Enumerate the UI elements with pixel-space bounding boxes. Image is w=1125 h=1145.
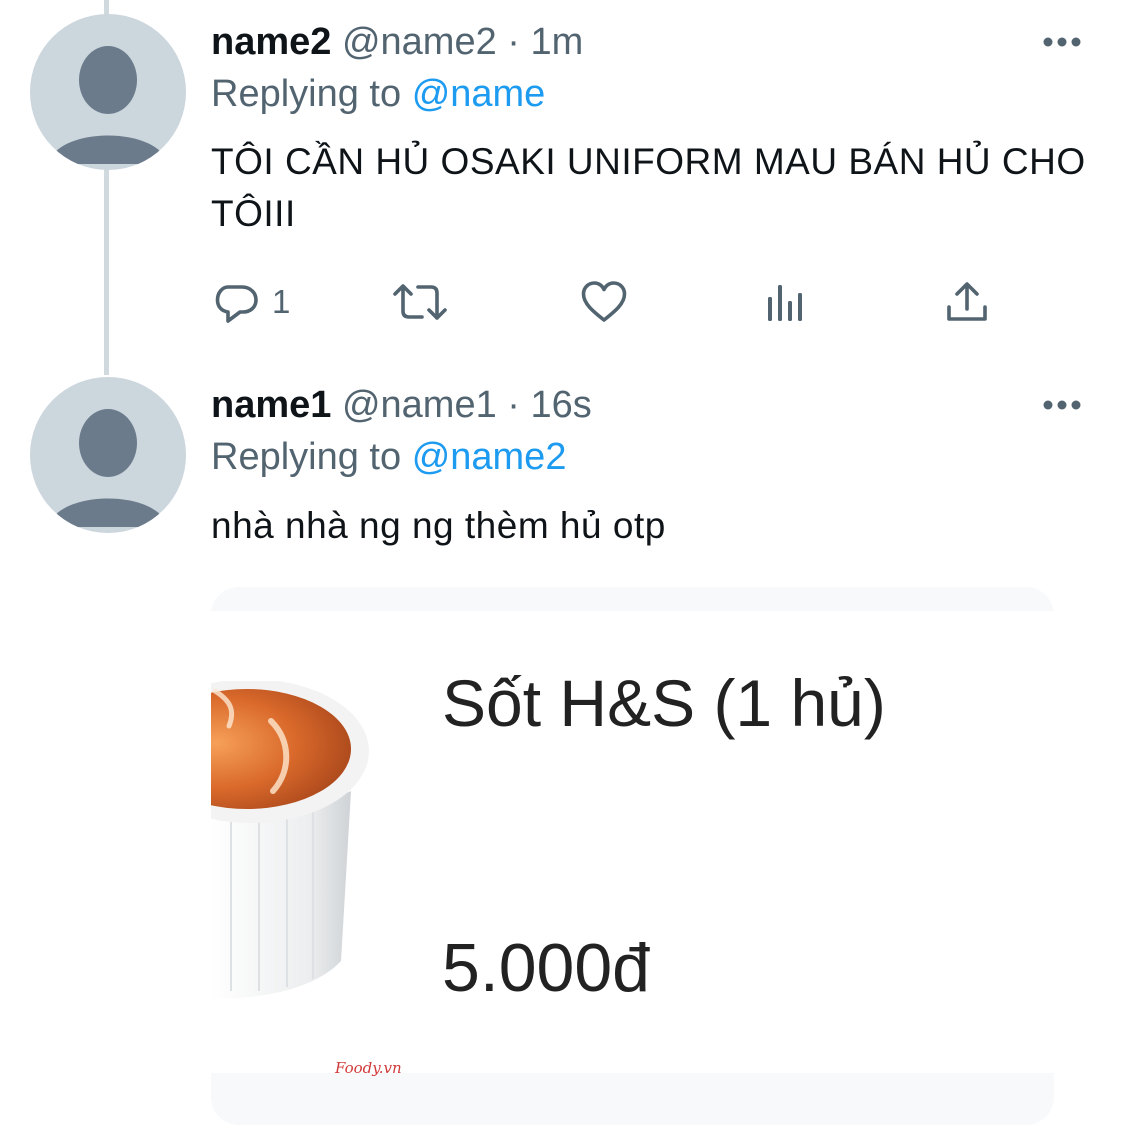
foody-watermark: Foody.vn [335, 1059, 402, 1077]
default-avatar-icon [48, 409, 168, 527]
more-options-icon[interactable] [1042, 399, 1082, 411]
product-title: Sốt H&S (1 hủ) [442, 666, 886, 740]
user-handle[interactable]: @name1 [342, 384, 497, 426]
heart-icon [581, 281, 627, 322]
reply-icon [215, 285, 258, 323]
separator-dot: · [507, 21, 520, 63]
more-options-icon[interactable] [1042, 36, 1082, 48]
tweet-header: name1 @name1 · 16s [211, 383, 592, 427]
display-name[interactable]: name1 [211, 384, 331, 426]
share-icon [947, 282, 987, 321]
avatar[interactable] [30, 377, 186, 533]
replying-to: Replying to @name [211, 72, 545, 116]
timestamp[interactable]: 16s [531, 384, 592, 426]
retweet-button[interactable] [392, 278, 448, 326]
replying-to: Replying to @name2 [211, 435, 566, 479]
timestamp[interactable]: 1m [531, 21, 584, 63]
product-price: 5.000đ [442, 930, 650, 1006]
replying-to-handle[interactable]: @name2 [412, 436, 567, 478]
retweet-icon [393, 284, 447, 320]
default-avatar-icon [48, 46, 168, 164]
analytics-button[interactable] [764, 278, 808, 326]
replying-to-label: Replying to [211, 436, 402, 478]
tweet-text: TÔI CẦN HỦ OSAKI UNIFORM MAU BÁN HỦ CHO … [211, 141, 1086, 234]
like-button[interactable] [580, 278, 628, 326]
media-image[interactable]: Sốt H&S (1 hủ) 5.000đ Foody.vn [211, 587, 1054, 1125]
separator-dot: · [507, 384, 520, 426]
user-handle[interactable]: @name2 [342, 21, 497, 63]
product-image: Sốt H&S (1 hủ) 5.000đ Foody.vn [211, 611, 1054, 1077]
sauce-bowl-illustration [211, 681, 369, 999]
replying-to-label: Replying to [211, 73, 402, 115]
reply-button[interactable]: 1 [214, 278, 290, 326]
share-button[interactable] [944, 278, 990, 326]
tweet-header: name2 @name2 · 1m [211, 20, 583, 64]
analytics-icon [768, 285, 802, 321]
avatar[interactable] [30, 14, 186, 170]
display-name[interactable]: name2 [211, 21, 331, 63]
tweet-text: nhà nhà ng ng thèm hủ otp [211, 505, 666, 546]
replying-to-handle[interactable]: @name [412, 73, 546, 115]
reply-count: 1 [272, 283, 291, 320]
